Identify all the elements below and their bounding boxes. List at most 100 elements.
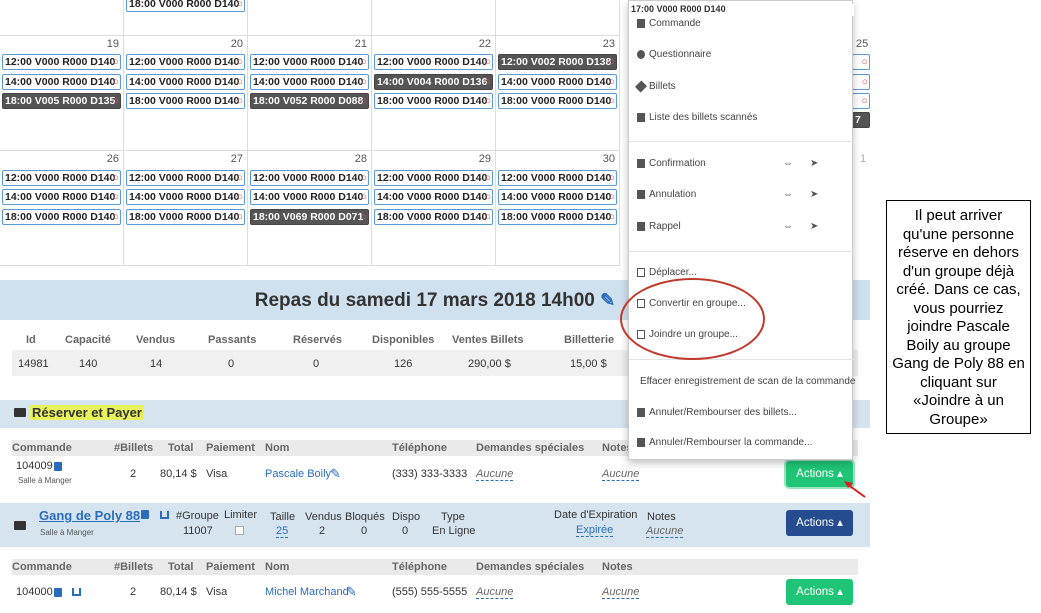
calendar-day: 29 12:00 V000 R000 D140 ○ 14:00 V000 R000…	[372, 151, 496, 266]
calendar-event[interactable]: 18:00 V005 R000 D135 ○	[2, 93, 121, 109]
calendar-event[interactable]: 12:00 V000 R000 D140 ○	[374, 54, 493, 70]
special-requests[interactable]: Aucune	[476, 586, 514, 599]
menu-item-effacer-scan[interactable]: Effacer enregistrement de scan de la com…	[640, 376, 856, 387]
calendar-event[interactable]: 12:00 V000 R000 D140 ○	[374, 170, 493, 186]
menu-item-billets[interactable]: Billets	[634, 80, 676, 93]
calendar-event[interactable]: 14:00 V000 R000 D140 ○	[126, 74, 245, 90]
event-label: 14:00 V004 R000 D136	[377, 76, 488, 88]
cart-icon[interactable]	[72, 588, 81, 596]
col-billets: #Billets	[114, 442, 154, 454]
calendar-event[interactable]: 18:00 V000 R000 D140 ○	[374, 93, 493, 109]
customer-name-link[interactable]: Michel Marchand	[265, 586, 349, 598]
special-requests[interactable]: Aucune	[476, 468, 514, 481]
notes-field[interactable]: Aucune	[602, 586, 640, 599]
event-label: 12:00 V000 R000 D140	[5, 172, 116, 184]
calendar-event[interactable]: 18:00 V000 R000 D140 ○	[374, 209, 493, 225]
event-label: 18:00 V052 R000 D088	[253, 95, 364, 107]
taille-label: Taille	[270, 511, 296, 523]
table-row: 104000 2 80,14 $ Visa Michel Marchand ✎ …	[12, 580, 858, 608]
calendar-event[interactable]: 18:00 V052 R000 D088 ○	[250, 93, 369, 109]
calendar-event[interactable]: 12:00 V002 R000 D138 ○	[498, 54, 617, 70]
calendar-event[interactable]: ○	[852, 74, 870, 90]
actions-dropdown-menu: 17:00 V000 R000 D140 Commande Questionna…	[628, 0, 856, 460]
calendar-event[interactable]: 14:00 V000 R000 D140 ○	[2, 189, 121, 205]
send-icon[interactable]: ➤	[810, 158, 818, 169]
menu-item-liste-billets[interactable]: Liste des billets scannés	[637, 112, 757, 123]
calendar-event[interactable]: 7	[852, 112, 870, 128]
event-label: 12:00 V000 R000 D140	[377, 56, 488, 68]
calendar-day: 20 12:00 V000 R000 D140 ○ 14:00 V000 R000…	[124, 36, 248, 151]
calendar-event[interactable]: 18:00 V000 R000 D140 ○	[2, 209, 121, 225]
order-number[interactable]: 104009	[16, 460, 53, 472]
menu-item-annuler-billets[interactable]: Annuler/Rembourser des billets...	[637, 407, 797, 418]
calendar-event[interactable]: 18:00 V000 R000 D140 ○	[498, 93, 617, 109]
calendar-day: 30 12:00 V000 R000 D140 ○ 14:00 V000 R000…	[496, 151, 620, 266]
calendar-event[interactable]: 14:00 V000 R000 D140 ○	[250, 189, 369, 205]
menu-item-questionnaire[interactable]: Questionnaire	[637, 49, 711, 60]
send-icon[interactable]: ➤	[810, 189, 818, 200]
preview-icon[interactable]: ⇔	[783, 158, 793, 169]
cart-icon[interactable]	[160, 511, 169, 519]
calendar-event[interactable]: 14:00 V000 R000 D140 ○	[498, 189, 617, 205]
dispo-value: 0	[402, 525, 409, 537]
limiter-checkbox[interactable]	[235, 526, 244, 535]
calendar-event[interactable]: 14:00 V000 R000 D140 ○	[250, 74, 369, 90]
menu-item-rappel[interactable]: Rappel	[637, 221, 681, 232]
row-actions-button[interactable]: Actions ▴	[786, 579, 853, 605]
calendar-event[interactable]: 12:00 V000 R000 D140 ○	[126, 54, 245, 70]
calendar-event[interactable]: ○	[852, 54, 870, 70]
preview-icon[interactable]: ⇔	[783, 221, 793, 232]
menu-item-annulation[interactable]: Annulation	[637, 189, 696, 200]
taille-value[interactable]: 25	[276, 525, 289, 538]
calendar-event[interactable]: 14:00 V000 R000 D140 ○	[374, 189, 493, 205]
event-label: 12:00 V000 R000 D140	[129, 172, 240, 184]
group-section-header: Gang de Poly 88 Salle à Manger #Groupe 1…	[0, 503, 870, 547]
phone-number: (333) 333-3333	[392, 468, 468, 480]
calendar-event[interactable]: 18:00 V000 R000 D140 ○	[126, 93, 245, 109]
calendar-event[interactable]: 18:00 V069 R000 D071 ○	[250, 209, 369, 225]
menu-top-partial: 17:00 V000 R000 D140	[631, 4, 726, 14]
calendar-event[interactable]: 18:00 V000 R000 D140 ○	[498, 209, 617, 225]
col-demandes: Demandes spéciales	[476, 442, 585, 454]
calendar-event[interactable]: 12:00 V000 R000 D140 ○	[498, 170, 617, 186]
menu-item-annuler-commande[interactable]: Annuler/Rembourser la commande...	[637, 437, 812, 448]
calendar-event[interactable]: 14:00 V000 R000 D140 ○	[126, 189, 245, 205]
annotation-callout: Il peut arriver qu'une personne réserve …	[886, 200, 1031, 434]
calendar-event[interactable]: ○	[852, 93, 870, 109]
book-icon[interactable]	[54, 462, 62, 471]
expiration-value[interactable]: Expirée	[576, 524, 614, 537]
calendar-event[interactable]: 14:00 V000 R000 D140 ○	[2, 74, 121, 90]
book-icon[interactable]	[54, 588, 62, 597]
edit-pencil-icon[interactable]: ✎	[330, 466, 341, 482]
order-number[interactable]: 104000	[16, 586, 53, 598]
calendar-event[interactable]: 12:00 V000 R000 D140 ○	[250, 170, 369, 186]
red-arrow-icon	[844, 481, 866, 498]
send-icon[interactable]: ➤	[810, 221, 818, 232]
book-icon[interactable]	[141, 510, 149, 519]
actions-label: Actions	[796, 586, 834, 598]
menu-item-deplacer[interactable]: Déplacer...	[637, 267, 697, 278]
preview-icon[interactable]: ⇔	[783, 189, 793, 200]
calendar-event[interactable]: 12:00 V000 R000 D140 ○	[126, 170, 245, 186]
calendar-event[interactable]: 12:00 V000 R000 D140 ○	[2, 170, 121, 186]
calendar-event[interactable]: 14:00 V004 R000 D136 ○	[374, 74, 493, 90]
calendar-event[interactable]: 12:00 V000 R000 D140 ○	[2, 54, 121, 70]
group-notes-label: Notes	[647, 511, 676, 523]
edit-pencil-icon[interactable]: ✎	[346, 584, 357, 600]
group-name-link[interactable]: Gang de Poly 88	[39, 508, 140, 523]
trash-icon	[637, 407, 645, 417]
ticket-icon	[634, 80, 648, 93]
calendar-event[interactable]: 18:00 V000 R000 D140 ○	[126, 209, 245, 225]
group-actions-button[interactable]: Actions ▴	[786, 510, 853, 536]
customer-name-link[interactable]: Pascale Boily	[265, 468, 331, 480]
col-paiement: Paiement	[206, 561, 255, 573]
calendar-event[interactable]: 14:00 V000 R000 D140 ○	[498, 74, 617, 90]
type-label: Type	[441, 511, 465, 523]
stats-header-vendus: Vendus	[136, 334, 176, 346]
edit-pencil-icon[interactable]: ✎	[600, 290, 615, 310]
group-notes-value[interactable]: Aucune	[646, 525, 684, 538]
calendar-event[interactable]: 12:00 V000 R000 D140 ○	[250, 54, 369, 70]
menu-item-commande[interactable]: Commande	[637, 18, 701, 29]
notes-field[interactable]: Aucune	[602, 468, 640, 481]
menu-item-confirmation[interactable]: Confirmation	[637, 158, 706, 169]
